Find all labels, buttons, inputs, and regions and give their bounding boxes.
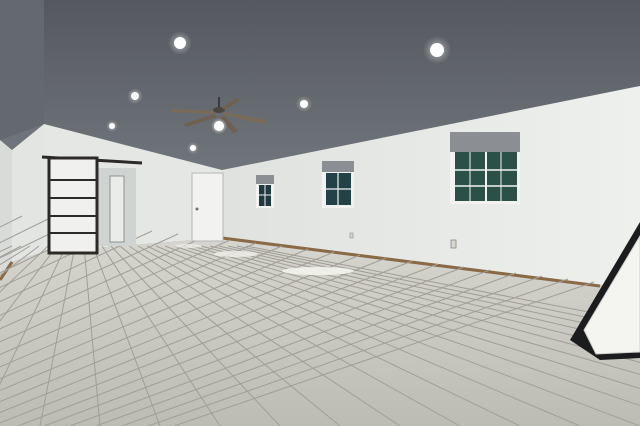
barn-door-icon[interactable] — [47, 156, 99, 255]
recessed-light-icon — [127, 88, 143, 104]
floor-light-patch — [174, 244, 202, 248]
left-wall-2 — [12, 124, 44, 262]
back-door[interactable] — [191, 172, 224, 242]
recessed-light-icon — [423, 36, 451, 64]
recessed-light-icon — [168, 31, 192, 55]
outlet-icon — [349, 232, 354, 239]
ceiling-left-slope — [0, 0, 44, 140]
floor-light-patch — [214, 251, 258, 257]
room-photo — [0, 0, 640, 426]
floor-light-patch — [282, 267, 354, 275]
window-icon — [322, 161, 354, 208]
left-wall — [0, 140, 12, 280]
outlet-icon — [450, 239, 457, 249]
door-knob-icon — [195, 207, 199, 211]
window-icon — [256, 175, 274, 208]
interior-door — [109, 175, 125, 243]
window-icon — [450, 132, 520, 204]
recessed-light-icon — [296, 96, 312, 112]
recessed-light-icon — [187, 142, 199, 154]
recessed-light-icon — [106, 120, 118, 132]
